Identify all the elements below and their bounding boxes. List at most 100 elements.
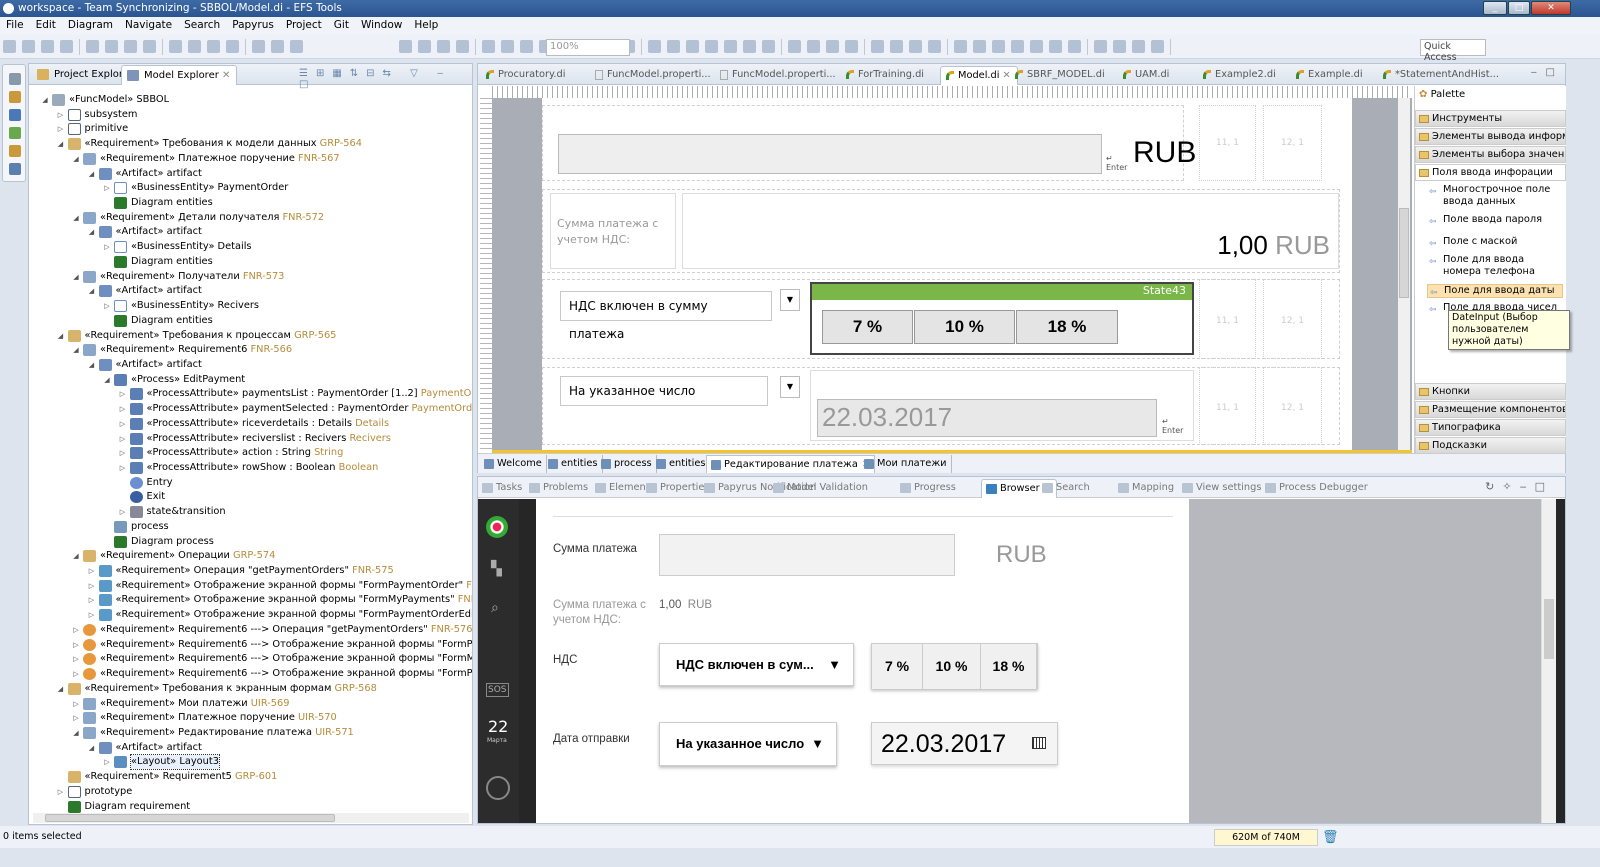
expand-arrow-icon[interactable]: ▷ [72,697,80,711]
tree-item[interactable]: ▷ «Requirement» Платежное поручение UIR-5… [29,711,472,726]
palette-drawer[interactable]: Элементы вывода информ... [1415,128,1566,145]
sum-input[interactable] [659,534,955,576]
rate-button[interactable]: 18 % [981,644,1037,689]
copy-icon[interactable] [124,40,137,53]
tree-item[interactable]: ▷ «BusinessEntity» Details [29,240,472,255]
expand-arrow-icon[interactable]: ▷ [119,387,127,401]
expand-arrow-icon[interactable]: ▷ [103,299,111,313]
collapse-arrow-icon[interactable]: ◢ [88,741,96,755]
view-tab-progress[interactable]: Progress [896,479,960,498]
tree-item[interactable]: ◢ «Requirement» Получатели FNR-573 [29,270,472,285]
grid-cell[interactable]: 12, 1 [1263,367,1322,445]
maximize-editor-icon[interactable]: □ [1546,67,1555,78]
palette-item[interactable]: ⇦ Поле с маской [1427,236,1563,249]
new-icon[interactable] [399,40,412,53]
tree-item[interactable]: ◢ «Requirement» Requirement6 FNR-566 [29,343,472,358]
papyrus-icon[interactable] [807,40,820,53]
tree-item[interactable]: ◢ «Artifact» artifact [29,284,472,299]
expand-arrow-icon[interactable]: ▷ [88,593,96,607]
editor-tab[interactable]: Example2.di [1198,66,1276,85]
rate-button[interactable]: 10 % [923,644,981,689]
arrange-icon[interactable] [928,40,941,53]
menu-project[interactable]: Project [280,17,328,31]
expand-arrow-icon[interactable]: ▷ [119,446,127,460]
palette-drawer[interactable]: Кнопки [1415,383,1566,400]
vat-select[interactable]: НДС включен в сум... ▼ [659,643,854,686]
route-icon[interactable] [667,40,680,53]
collapse-arrow-icon[interactable]: ◢ [57,137,65,151]
arrange-icon[interactable] [226,40,239,53]
tree-item[interactable]: «Requirement» Requirement5 GRP-601 [29,770,472,785]
quick-access-input[interactable]: Quick Access [1420,39,1486,63]
tree-item[interactable]: ▷ subsystem [29,108,472,123]
size-icon[interactable] [992,40,1005,53]
view-tab-mapping[interactable]: Mapping [1114,479,1178,498]
tree-item[interactable]: ▷ «Requirement» Мои платежи UIR-569 [29,697,472,712]
view-tab-view-settings[interactable]: View settings [1178,479,1265,498]
expand-arrow-icon[interactable]: ▷ [103,240,111,254]
menu-search[interactable]: Search [178,17,226,31]
collapse-arrow-icon[interactable]: ◢ [57,682,65,696]
calendar-icon[interactable] [1032,737,1046,749]
maximize-button[interactable]: □ [1508,1,1530,15]
menu-file[interactable]: File [0,17,30,31]
rate-button[interactable]: 7 % [822,310,913,344]
expand-arrow-icon[interactable]: ▷ [88,564,96,578]
palette-drawer[interactable]: Подсказки [1415,437,1566,454]
vat-sum-row[interactable]: Сумма платежа с учетом НДС: 1,00 RUB [542,189,1340,273]
date-input[interactable]: 22.03.2017 [817,399,1157,437]
save-icon[interactable] [418,40,431,53]
tree-item[interactable]: ▷ «Requirement» Requirement6 ---> Отображ… [29,652,472,667]
align-icon[interactable] [890,40,903,53]
expand-arrow-icon[interactable]: ▷ [72,638,80,652]
grid-cell[interactable]: 12, 1 [1263,279,1322,359]
expand-arrow-icon[interactable]: ▷ [72,623,80,637]
tree-item[interactable]: ▷ «BusinessEntity» PaymentOrder [29,181,472,196]
tree-item[interactable]: ◢ «Requirement» Детали получателя FNR-572 [29,211,472,226]
select-icon[interactable] [648,40,661,53]
palette-drawer[interactable]: Элементы выбора значения [1415,146,1566,163]
menu-git[interactable]: Git [328,17,355,31]
minimize-editor-icon[interactable]: ‒ [1531,67,1537,78]
palette-item[interactable]: ⇦ Поле для ввода даты [1427,284,1563,298]
edit-icon[interactable] [1068,40,1081,53]
layout-icon[interactable] [169,40,182,53]
expand-arrow-icon[interactable]: ▷ [119,461,127,475]
grid-cell[interactable]: 11, 1 [1199,105,1256,181]
arrow-icon[interactable] [1151,40,1164,53]
save-all-icon[interactable] [437,40,450,53]
rate-button[interactable]: 7 % [872,644,923,689]
date-select[interactable]: На указанное число ▼ [659,722,837,766]
sum-row[interactable]: ↵ Enter RUB [542,105,1196,181]
expand-arrow-icon[interactable]: ▷ [57,785,65,799]
papyrus-icon[interactable] [501,40,514,53]
tree-item[interactable]: ◢ «Requirement» Требования к процессам GR… [29,329,472,344]
chevron-down-icon[interactable]: ▼ [780,289,800,311]
tree-item[interactable]: ▷ «Requirement» Отображение экранной форм… [29,608,472,623]
git-repositories-icon[interactable] [9,91,21,103]
grid-cell[interactable]: 12, 1 [1263,105,1322,181]
collapse-arrow-icon[interactable]: ◢ [103,373,111,387]
papyrus-icon[interactable] [1113,40,1126,53]
date-select[interactable]: На указанное число [560,376,768,406]
close-button[interactable]: ✕ [1531,1,1571,15]
view-tab-tasks[interactable]: Tasks [478,479,526,498]
view-tab-search[interactable]: Search [1038,479,1094,498]
expand-arrow-icon[interactable]: ▷ [57,108,65,122]
expand-arrow-icon[interactable]: ▷ [119,417,127,431]
trash-icon[interactable]: 🗑 [1322,830,1339,845]
collapse-arrow-icon[interactable]: ◢ [88,358,96,372]
date-input[interactable]: 22.03.2017 [871,722,1058,765]
menu-window[interactable]: Window [355,17,408,31]
editor-tab[interactable]: ForTraining.di [841,66,924,85]
chevron-down-icon[interactable]: ▼ [780,376,800,398]
save-all-icon[interactable] [743,40,756,53]
palette-item[interactable]: ⇦ Многострочное поле ввода данных [1427,184,1563,208]
expand-arrow-icon[interactable]: ▷ [103,181,111,195]
dashboard-icon[interactable]: ▚ [491,561,502,577]
tree-item[interactable]: ▷ «ProcessAttribute» paymentsList : Payme… [29,387,472,402]
expand-arrow-icon[interactable]: ▷ [72,667,80,681]
calendar-day[interactable]: 22 [488,717,508,736]
tree-item[interactable]: ◢ «Requirement» Платежное поручение FNR-5… [29,152,472,167]
close-tab-icon[interactable]: ✕ [222,70,230,81]
